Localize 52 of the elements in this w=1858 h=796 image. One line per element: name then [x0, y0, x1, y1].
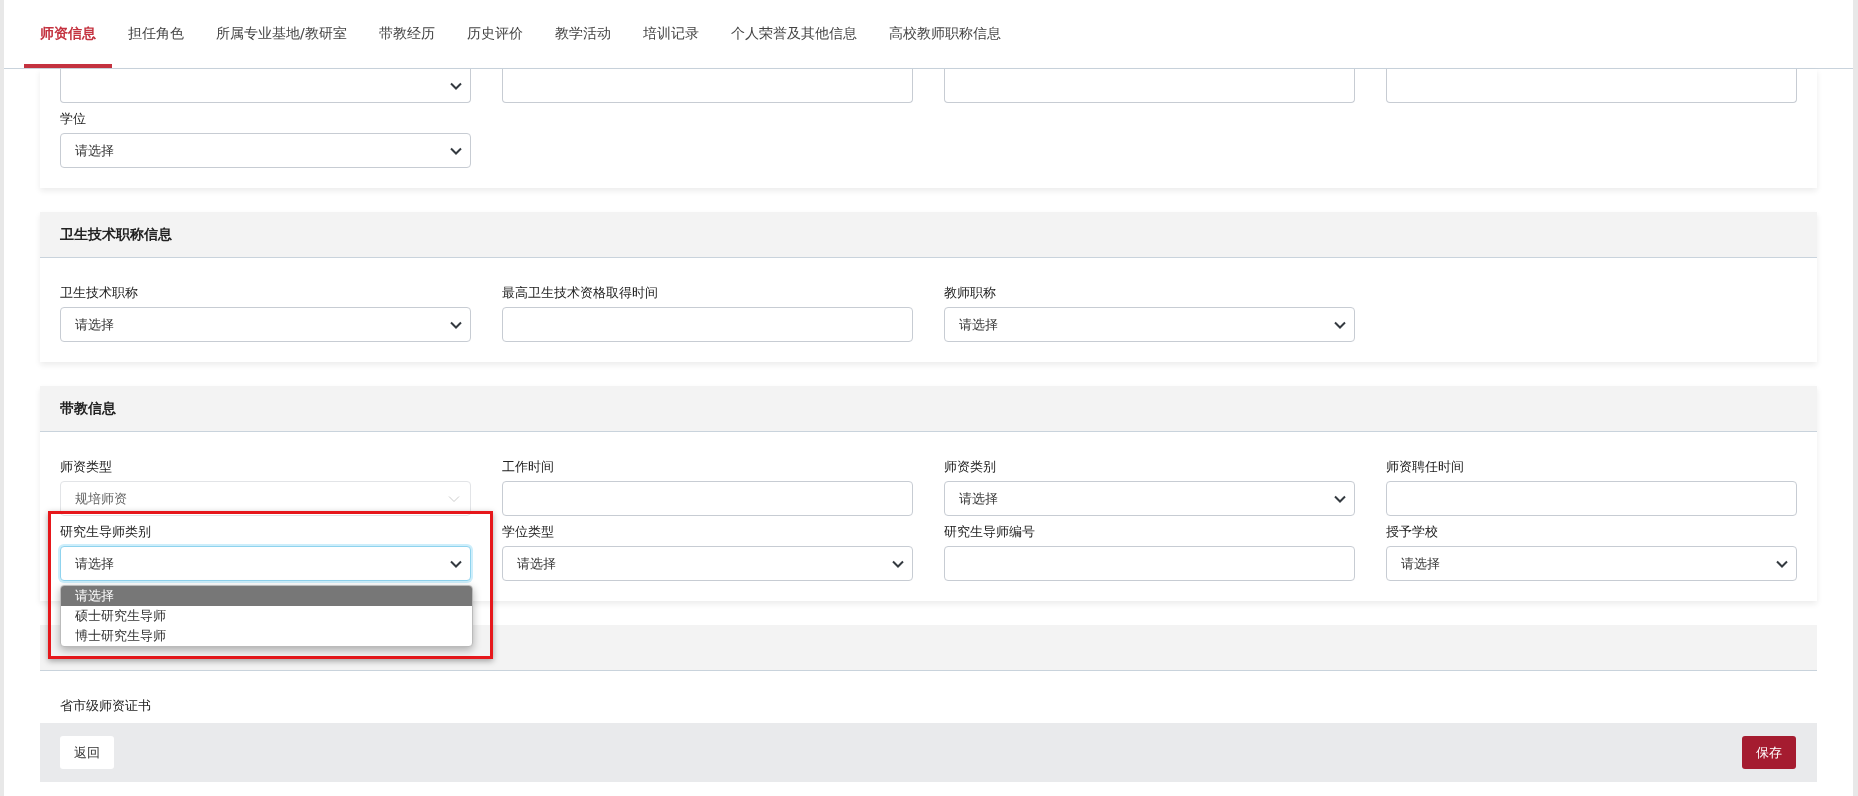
- input-field[interactable]: [502, 481, 913, 516]
- dropdown-option[interactable]: 请选择: [61, 586, 472, 606]
- field-label: 学位类型: [502, 523, 554, 541]
- field-label: 师资类别: [944, 458, 996, 476]
- chevron-icon: [892, 559, 904, 568]
- select-field[interactable]: 请选择: [1386, 546, 1797, 581]
- field-label: 卫生技术职称: [60, 284, 138, 302]
- chevron-icon: [1334, 320, 1346, 329]
- field-label: 工作时间: [502, 458, 554, 476]
- chevron-icon: [450, 81, 462, 90]
- input-field[interactable]: [1386, 69, 1797, 103]
- save-button[interactable]: 保存: [1742, 736, 1796, 769]
- field-label: 研究生导师编号: [944, 523, 1035, 541]
- select-field[interactable]: 请选择: [60, 546, 471, 581]
- chevron-icon: [446, 494, 462, 503]
- chevron-icon: [450, 559, 462, 568]
- input-field[interactable]: [1386, 481, 1797, 516]
- tab[interactable]: 培训记录: [626, 0, 715, 68]
- field-label: 教师职称: [944, 284, 996, 302]
- tab[interactable]: 带教经历: [362, 0, 451, 68]
- input-field[interactable]: [502, 69, 913, 103]
- tab[interactable]: 历史评价: [450, 0, 539, 68]
- chevron-icon: [450, 320, 462, 329]
- select-field[interactable]: 请选择: [60, 307, 471, 342]
- select-field[interactable]: 请选择: [60, 133, 471, 168]
- select-field[interactable]: [60, 69, 471, 103]
- input-field[interactable]: [944, 546, 1355, 581]
- dropdown-option[interactable]: 博士研究生导师: [61, 626, 472, 646]
- back-button[interactable]: 返回: [60, 736, 114, 769]
- field-label: 授予学校: [1386, 523, 1438, 541]
- field-label: 师资聘任时间: [1386, 458, 1464, 476]
- input-field[interactable]: [502, 307, 913, 342]
- field-label: 学位: [60, 110, 86, 128]
- field-label: 最高卫生技术资格取得时间: [502, 284, 658, 302]
- select-field[interactable]: 请选择: [944, 307, 1355, 342]
- dropdown-option[interactable]: 硕士研究生导师: [61, 606, 472, 626]
- select-field[interactable]: 请选择: [944, 481, 1355, 516]
- tab[interactable]: 个人荣誉及其他信息: [714, 0, 873, 68]
- field-label: 省市级师资证书: [60, 697, 151, 715]
- select-field[interactable]: 请选择: [502, 546, 913, 581]
- section-title: 带教信息: [60, 399, 116, 418]
- chevron-icon: [450, 146, 462, 155]
- tab[interactable]: 所属专业基地/教研室: [200, 0, 363, 68]
- tab[interactable]: 担任角色: [112, 0, 200, 68]
- field-label: 师资类型: [60, 458, 112, 476]
- tab[interactable]: 高校教师职称信息: [872, 0, 1017, 68]
- field-label: 研究生导师类别: [60, 523, 151, 541]
- input-field[interactable]: [944, 69, 1355, 103]
- chevron-icon: [1776, 559, 1788, 568]
- section-title: 卫生技术职称信息: [60, 225, 172, 244]
- chevron-icon: [1334, 494, 1346, 503]
- tab[interactable]: 教学活动: [538, 0, 627, 68]
